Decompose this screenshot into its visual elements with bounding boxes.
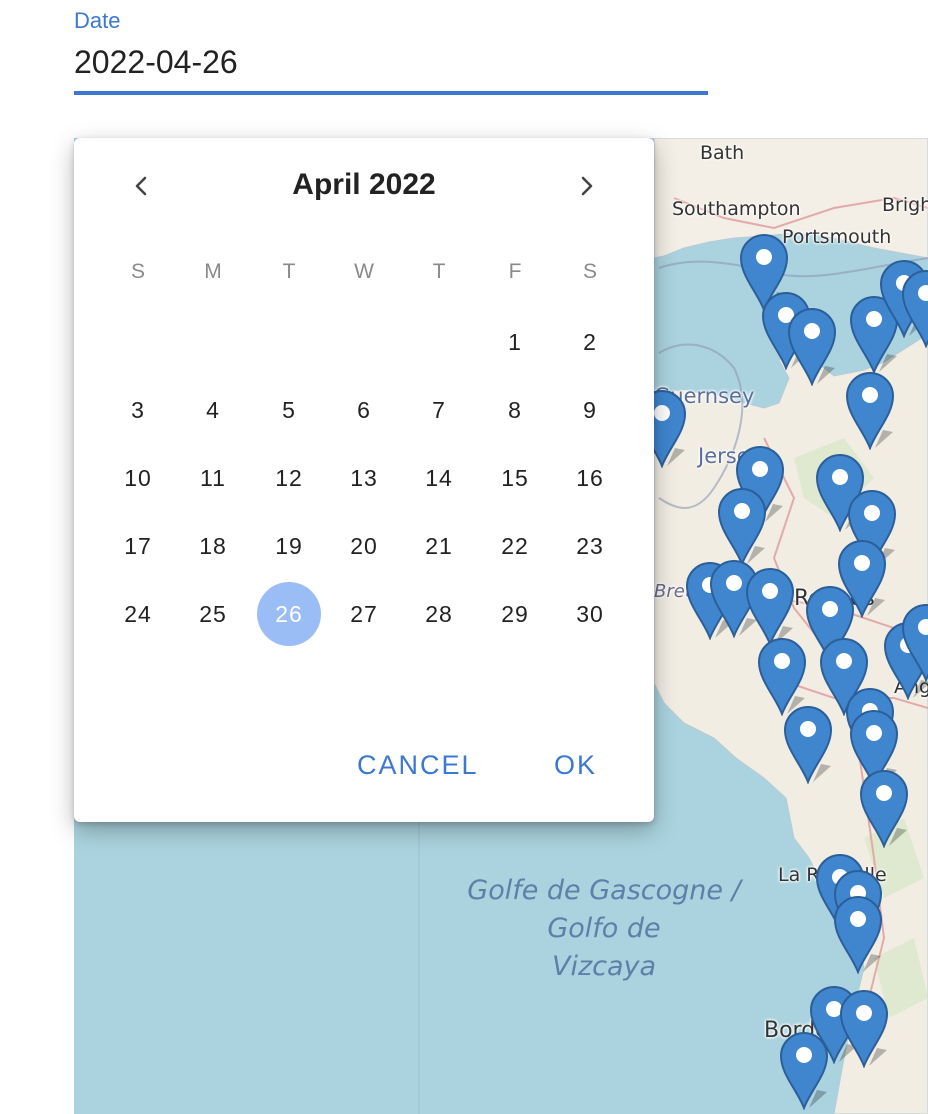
day-cell[interactable]: 21 — [407, 514, 471, 578]
weekday-label: S — [130, 260, 145, 283]
map-marker-icon[interactable] — [717, 486, 767, 566]
day-cell[interactable]: 3 — [106, 378, 170, 442]
day-cell-selected[interactable]: 26 — [257, 582, 321, 646]
map-label-portsmouth: Portsmouth — [782, 226, 892, 248]
day-cell[interactable]: 12 — [257, 446, 321, 510]
day-cell[interactable]: 17 — [106, 514, 170, 578]
date-field[interactable]: Date — [74, 0, 708, 96]
map-marker-icon[interactable] — [787, 306, 837, 386]
day-cell[interactable]: 11 — [181, 446, 245, 510]
map-marker-icon[interactable] — [901, 602, 928, 682]
next-month-button[interactable] — [566, 166, 606, 206]
day-cell[interactable]: 25 — [181, 582, 245, 646]
day-cell[interactable]: 5 — [257, 378, 321, 442]
map-marker-icon[interactable] — [845, 370, 895, 450]
weekday-label: M — [204, 260, 222, 283]
map-sea-label-line2: Golfo de — [547, 913, 661, 944]
day-cell[interactable]: 1 — [483, 310, 547, 374]
day-cell[interactable]: 22 — [483, 514, 547, 578]
date-field-underline — [74, 91, 708, 95]
map-label-bath: Bath — [700, 142, 745, 164]
day-cell[interactable]: 8 — [483, 378, 547, 442]
cancel-button[interactable]: CANCEL — [357, 750, 479, 781]
day-cell[interactable]: 14 — [407, 446, 471, 510]
day-cell[interactable]: 23 — [558, 514, 622, 578]
weekday-label: S — [582, 260, 597, 283]
day-cell[interactable]: 15 — [483, 446, 547, 510]
day-cell[interactable]: 28 — [407, 582, 471, 646]
weekday-label: T — [282, 260, 296, 283]
map-label-southampton: Southampton — [672, 198, 801, 220]
map-marker-icon[interactable] — [783, 704, 833, 784]
map-marker-icon[interactable] — [859, 768, 909, 848]
map-marker-icon[interactable] — [901, 268, 928, 348]
map-marker-icon[interactable] — [839, 988, 889, 1068]
ok-button[interactable]: OK — [554, 750, 597, 781]
map-label-brighton: Brigh — [882, 194, 928, 216]
day-cell[interactable]: 20 — [332, 514, 396, 578]
day-cell[interactable]: 19 — [257, 514, 321, 578]
map-marker-icon[interactable] — [779, 1030, 829, 1110]
map-marker-icon[interactable] — [745, 566, 795, 646]
date-picker-dialog: April 2022 SMTWTFS 1 2 3 4 5 6 7 8 9 10 11 12 13 14 15… — [74, 138, 654, 822]
date-input[interactable] — [74, 40, 708, 84]
chevron-right-icon — [581, 176, 593, 196]
day-cell[interactable]: 16 — [558, 446, 622, 510]
map-sea-label-line3: Vizcaya — [551, 951, 657, 982]
weekday-label: F — [508, 260, 522, 283]
date-field-label: Date — [74, 8, 121, 33]
day-cell[interactable]: 18 — [181, 514, 245, 578]
weekday-label: T — [432, 260, 446, 283]
weekday-label: W — [354, 260, 374, 283]
day-cell[interactable]: 13 — [332, 446, 396, 510]
day-cell[interactable]: 24 — [106, 582, 170, 646]
day-cell[interactable]: 9 — [558, 378, 622, 442]
day-cell[interactable]: 4 — [181, 378, 245, 442]
map-sea-label: Golfe de Gascogne / Golfo de Vizcaya — [454, 872, 754, 986]
day-cell[interactable]: 29 — [483, 582, 547, 646]
day-cell[interactable]: 6 — [332, 378, 396, 442]
map-marker-icon[interactable] — [833, 894, 883, 974]
day-cell[interactable]: 27 — [332, 582, 396, 646]
day-cell[interactable]: 30 — [558, 582, 622, 646]
day-cell[interactable]: 2 — [558, 310, 622, 374]
map-sea-label-line1: Golfe de Gascogne / — [467, 875, 741, 906]
day-cell[interactable]: 10 — [106, 446, 170, 510]
day-cell[interactable]: 7 — [407, 378, 471, 442]
